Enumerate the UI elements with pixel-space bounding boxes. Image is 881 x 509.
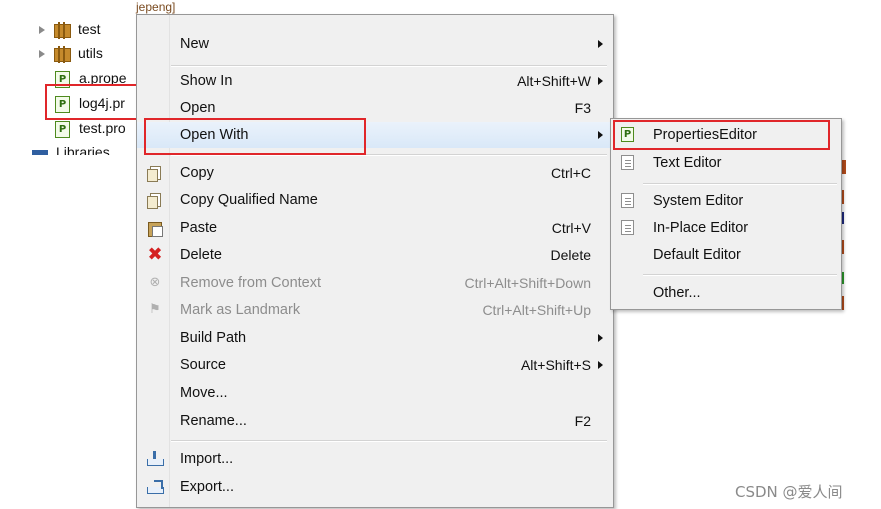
menu-item-new[interactable]: New (137, 31, 613, 57)
menu-item-build-path[interactable]: Build Path (137, 325, 613, 351)
submenu-arrow-icon (598, 334, 603, 342)
highlight-box-properties-editor (613, 120, 830, 150)
menu-item-label: Paste (180, 220, 218, 236)
submenu-item-label: Default Editor (653, 247, 741, 263)
menu-item-shortcut: Delete (550, 247, 591, 263)
paste-icon (147, 220, 163, 237)
expand-arrow-icon[interactable] (38, 25, 46, 35)
tree-item-test-properties[interactable]: P test.pro (0, 117, 140, 141)
submenu-item-label: System Editor (653, 193, 744, 209)
tree-item-utils[interactable]: utils (0, 42, 130, 66)
menu-item-label: Mark as Landmark (180, 302, 301, 318)
menu-item-label: Build Path (180, 330, 247, 346)
menu-item-mark-as-landmark[interactable]: ⚑ Mark as Landmark Ctrl+Alt+Shift+Up (137, 297, 613, 323)
delete-icon: ✖ (147, 244, 163, 265)
menu-item-shortcut: Ctrl+C (550, 165, 591, 181)
menu-item-label: Copy Qualified Name (180, 192, 318, 208)
library-icon (32, 150, 48, 155)
submenu-item-default-editor[interactable]: Default Editor (611, 242, 841, 269)
menu-item-rename[interactable]: Rename... F2 (137, 408, 613, 434)
copy-icon (147, 165, 163, 182)
package-icon (53, 22, 71, 39)
menu-separator (171, 440, 607, 442)
submenu-arrow-icon (598, 361, 603, 369)
submenu-item-other[interactable]: Other... (611, 280, 841, 307)
submenu-arrow-icon (598, 40, 603, 48)
remove-context-icon: ⊗ (149, 275, 161, 290)
import-icon (147, 451, 164, 467)
menu-item-shortcut: F3 (574, 100, 591, 116)
menu-item-label: Import... (180, 451, 234, 467)
menu-item-label: Remove from Context (180, 275, 322, 291)
submenu-item-in-place-editor[interactable]: In-Place Editor (611, 215, 841, 242)
menu-item-label: Open (180, 100, 216, 116)
tree-item-libraries[interactable]: Libraries (0, 141, 140, 155)
menu-item-label: Show In (180, 73, 233, 89)
menu-item-label: New (180, 36, 210, 52)
tree-item-label: test.pro (79, 120, 126, 136)
in-place-editor-icon (621, 220, 634, 235)
menu-item-shortcut: Ctrl+Alt+Shift+Up (482, 302, 591, 318)
submenu-item-text-editor[interactable]: Text Editor (611, 150, 841, 177)
menu-separator (171, 65, 607, 67)
watermark: CSDN @爱人间 (735, 483, 843, 501)
submenu-item-label: Text Editor (653, 155, 722, 171)
menu-item-shortcut: Alt+Shift+W (517, 73, 591, 89)
background-fragment-text: jepeng] (136, 0, 176, 14)
menu-item-shortcut: Ctrl+V (551, 220, 591, 236)
submenu-separator (643, 183, 837, 185)
context-menu: New Show In Alt+Shift+W Open F3 Open Wit… (136, 14, 614, 508)
menu-item-show-in[interactable]: Show In Alt+Shift+W (137, 68, 613, 94)
menu-item-import[interactable]: Import... (137, 446, 613, 472)
menu-item-shortcut: Ctrl+Alt+Shift+Down (464, 275, 591, 291)
menu-item-label: Move... (180, 385, 228, 401)
text-editor-icon (621, 155, 634, 170)
submenu-arrow-icon (598, 131, 603, 139)
tree-item-label: Libraries (56, 144, 110, 155)
menu-item-source[interactable]: Source Alt+Shift+S (137, 352, 613, 378)
menu-item-label: Export... (180, 479, 234, 495)
menu-item-paste[interactable]: Paste Ctrl+V (137, 215, 613, 241)
submenu-item-label: In-Place Editor (653, 220, 749, 236)
highlight-box-log4j (45, 84, 143, 120)
expand-arrow-icon[interactable] (38, 49, 46, 59)
properties-file-icon: P (55, 121, 70, 138)
menu-item-delete[interactable]: ✖ Delete Delete (137, 242, 613, 268)
landmark-icon: ⚑ (149, 302, 161, 317)
menu-item-move[interactable]: Move... (137, 380, 613, 406)
menu-item-label: Delete (180, 247, 222, 263)
menu-item-shortcut: F2 (574, 413, 591, 429)
menu-item-copy-qualified-name[interactable]: Copy Qualified Name (137, 187, 613, 213)
submenu-separator (643, 274, 837, 276)
menu-item-label: Copy (180, 165, 214, 181)
menu-item-export[interactable]: Export... (137, 474, 613, 500)
menu-item-copy[interactable]: Copy Ctrl+C (137, 160, 613, 186)
tree-item-test[interactable]: test (0, 18, 130, 42)
tree-item-label: utils (78, 45, 103, 61)
submenu-item-system-editor[interactable]: System Editor (611, 188, 841, 215)
submenu-arrow-icon (598, 77, 603, 85)
highlight-box-open-with (144, 118, 366, 155)
system-editor-icon (621, 193, 634, 208)
export-icon (147, 479, 164, 495)
project-explorer-tree: test utils P a.prope P log4j.pr P test.p… (0, 0, 143, 509)
menu-item-remove-from-context[interactable]: ⊗ Remove from Context Ctrl+Alt+Shift+Dow… (137, 270, 613, 296)
submenu-item-label: Other... (653, 285, 701, 301)
menu-item-label: Source (180, 357, 226, 373)
tree-item-label: test (78, 21, 101, 37)
menu-item-shortcut: Alt+Shift+S (520, 357, 591, 373)
menu-item-label: Rename... (180, 413, 247, 429)
package-icon (53, 46, 71, 63)
copy-qualified-name-icon (147, 192, 163, 209)
